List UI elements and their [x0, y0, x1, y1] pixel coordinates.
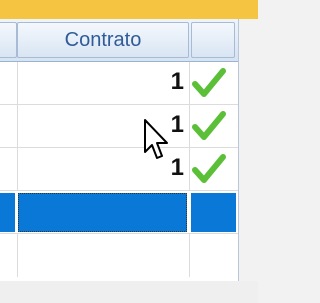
column-divider: [189, 105, 190, 147]
status-cell-selected[interactable]: [191, 193, 236, 232]
grid-header: Contrato: [0, 19, 238, 62]
contrato-cell[interactable]: 1: [171, 111, 184, 139]
column-header-contrato[interactable]: Contrato: [17, 22, 189, 58]
column-divider: [189, 234, 190, 277]
check-icon: [192, 68, 226, 97]
data-grid: Contrato 1 1 1: [0, 19, 239, 281]
column-divider: [17, 148, 18, 190]
contrato-cell-selected[interactable]: [18, 193, 187, 232]
column-header-status[interactable]: [191, 22, 235, 58]
column-header-label: Contrato: [64, 29, 142, 51]
table-row[interactable]: 1: [0, 62, 238, 105]
column-divider: [17, 105, 18, 147]
check-icon: [192, 111, 226, 140]
contrato-cell[interactable]: 1: [171, 68, 184, 96]
column-divider: [189, 148, 190, 190]
mouse-cursor-icon: [144, 119, 168, 159]
check-icon: [192, 154, 226, 183]
top-strip: [0, 0, 258, 19]
table-row-selected[interactable]: [0, 191, 238, 234]
column-divider: [189, 62, 190, 104]
selected-row-indicator[interactable]: [0, 193, 15, 232]
column-divider: [17, 234, 18, 277]
table-row[interactable]: 1: [0, 105, 238, 148]
column-divider: [17, 62, 18, 104]
table-row[interactable]: 1: [0, 148, 238, 191]
contrato-cell[interactable]: 1: [171, 154, 184, 182]
bottom-strip: [0, 281, 258, 303]
table-row[interactable]: [0, 234, 238, 277]
column-header-left[interactable]: [0, 22, 17, 58]
